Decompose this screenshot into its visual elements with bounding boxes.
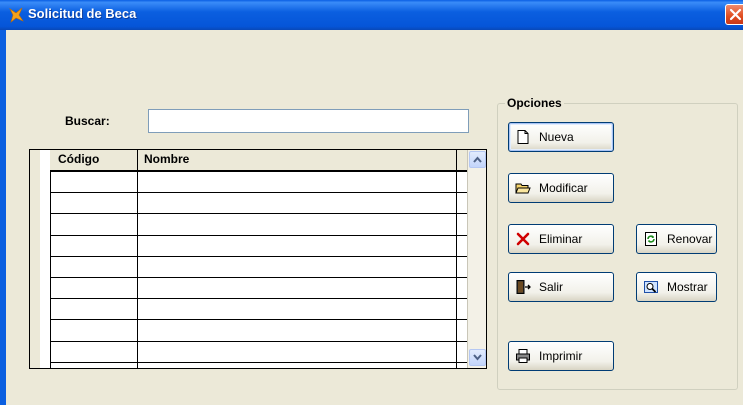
column-header-codigo[interactable]: Código [58,152,99,166]
renovar-button[interactable]: Renovar [636,224,717,254]
table-row[interactable] [50,213,467,215]
new-document-icon [517,130,529,144]
table-row[interactable] [50,340,467,342]
search-input[interactable] [148,109,469,133]
mostrar-label: Mostrar [667,280,708,294]
window-title: Solicitud de Beca [28,6,137,21]
scroll-down-button[interactable] [469,349,486,366]
open-folder-icon [515,183,531,194]
chevron-down-icon [473,354,482,361]
column-divider [137,150,138,368]
row-indicator-column [40,150,51,368]
exit-door-icon [516,280,531,294]
column-divider [456,150,457,368]
chevron-up-icon [473,156,482,163]
close-button[interactable] [725,4,743,25]
table-row[interactable] [50,298,467,300]
records-grid[interactable]: Código Nombre [29,149,487,369]
nueva-button[interactable]: Nueva [508,122,614,152]
salir-label: Salir [539,280,564,294]
mostrar-button[interactable]: Mostrar [636,272,717,302]
search-label: Buscar: [65,114,110,128]
table-row[interactable] [50,361,467,363]
eliminar-label: Eliminar [539,232,583,246]
close-icon [729,8,742,21]
eliminar-button[interactable]: Eliminar [508,224,614,254]
column-header-nombre[interactable]: Nombre [144,152,189,166]
modificar-label: Modificar [539,181,588,195]
scroll-up-button[interactable] [469,151,486,168]
title-bar[interactable]: Solicitud de Beca [0,0,743,30]
nueva-label: Nueva [539,130,574,144]
imprimir-button[interactable]: Imprimir [508,341,614,371]
imprimir-label: Imprimir [539,349,583,363]
app-icon [9,7,24,23]
renovar-label: Renovar [667,232,713,246]
renew-icon [645,232,657,246]
table-row[interactable] [50,192,467,194]
table-row[interactable] [50,277,467,278]
printer-icon [516,349,530,363]
vertical-scrollbar[interactable] [467,150,486,368]
options-legend: Opciones [505,96,564,110]
table-row[interactable] [50,319,467,321]
modificar-button[interactable]: Modificar [508,173,614,203]
salir-button[interactable]: Salir [508,272,614,302]
delete-x-icon [516,232,530,246]
grid-header: Código Nombre [50,150,467,172]
table-row[interactable] [50,234,467,236]
window-left-border [0,30,6,405]
preview-icon [644,281,658,293]
table-row[interactable] [50,255,467,257]
